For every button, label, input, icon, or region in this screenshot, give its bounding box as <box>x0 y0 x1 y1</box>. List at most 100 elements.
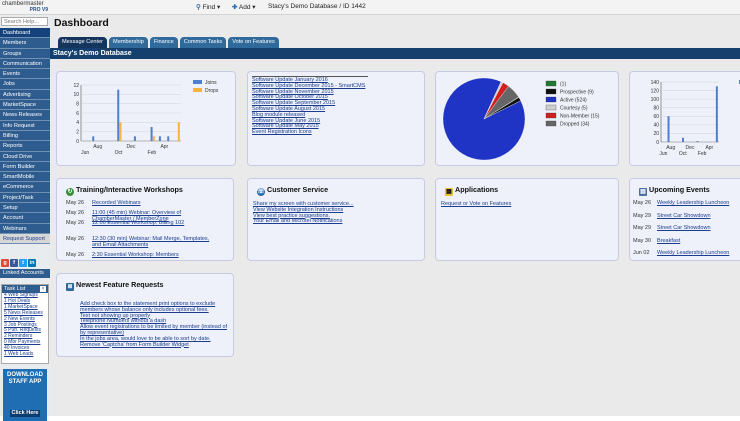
linkedin-icon[interactable]: in <box>28 259 36 267</box>
sidebar-item-ecommerce[interactable]: eCommerce <box>0 182 50 193</box>
google-plus-icon[interactable]: g <box>1 259 9 267</box>
legend-swatch <box>545 80 557 87</box>
training-link[interactable]: 12:00 Essential Workshop: Billing 102 <box>92 220 210 226</box>
training-link[interactable]: 2:30 Essential Workshop: Members <box>92 252 210 258</box>
legend-label: Dropped (34) <box>560 122 590 128</box>
software-update-link[interactable]: Event Registration Icons <box>252 129 365 136</box>
chart-bar <box>158 136 161 141</box>
sidebar-item-project-task[interactable]: Project/Task <box>0 192 50 204</box>
event-link[interactable]: Street Car Showdown <box>657 213 711 219</box>
app-ad-line2: STAFF APP <box>8 379 42 385</box>
y-tick-label: 40 <box>653 123 659 129</box>
training-date: May 26 <box>66 236 85 242</box>
tab-membership[interactable]: Membership <box>109 37 148 48</box>
training-title: ↻ Training/Interactive Workshops <box>66 185 183 196</box>
upcoming-events-title: ▤ Upcoming Events <box>639 185 710 196</box>
tab-finance[interactable]: Finance <box>149 37 178 48</box>
y-tick-label: 10 <box>73 92 79 98</box>
sidebar-item-setup[interactable]: Setup <box>0 203 50 214</box>
legend-label: (1) <box>560 82 566 88</box>
y-tick-label: 0 <box>656 140 659 146</box>
sidebar-item-advertising[interactable]: Advertising <box>0 89 50 101</box>
training-date: May 26 <box>66 252 85 258</box>
software-updates-card: Software Update January 2016 Software Upd… <box>247 71 425 166</box>
event-link[interactable]: Street Car Showdown <box>657 225 711 231</box>
page-title: Dashboard <box>54 17 109 29</box>
event-link[interactable]: Weekly Leadership Luncheon <box>657 250 729 256</box>
feature-requests-title: ≣ Newest Feature Requests <box>66 280 164 291</box>
y-tick-label: 60 <box>653 114 659 120</box>
close-icon[interactable]: × <box>40 286 46 292</box>
training-date: May 26 <box>66 220 85 226</box>
event-link[interactable]: Breakfast <box>657 238 680 244</box>
customer-service-link[interactable]: Your Email and Microtel Notifications <box>253 219 354 225</box>
sidebar-item-form-builder[interactable]: Form Builder <box>0 161 50 173</box>
feature-request-list: Add check box to the statement print opt… <box>80 301 232 349</box>
database-title: Stacy's Demo Database / ID 1442 <box>268 3 366 10</box>
tab-common-tasks[interactable]: Common Tasks <box>179 37 227 48</box>
refresh-icon: ↻ <box>66 188 74 196</box>
sidebar-item-marketspace[interactable]: MarketSpace <box>0 100 50 111</box>
y-tick-label: 0 <box>76 139 79 145</box>
tab-message-center[interactable]: Message Center <box>58 37 108 48</box>
x-tick-label-bottom: Jun <box>81 150 89 156</box>
event-row: May 29 Street Car Showdown <box>633 225 711 231</box>
legend-swatch <box>545 120 557 127</box>
sidebar-item-reports[interactable]: Reports <box>0 141 50 152</box>
chart-bar <box>117 89 120 141</box>
applications-links: Request or Vote on Features <box>441 201 511 208</box>
chart-bar <box>92 136 95 141</box>
list-icon: ≣ <box>66 283 74 291</box>
sidebar-item-communication[interactable]: Communication <box>0 58 50 70</box>
y-tick-label: 20 <box>653 131 659 137</box>
event-row: Jun 02 Weekly Leadership Luncheon <box>633 250 729 256</box>
sidebar-item-cloud-drive[interactable]: Cloud Drive <box>0 151 50 162</box>
sidebar-item-webinars[interactable]: Webinars <box>0 223 50 234</box>
search-help-input[interactable] <box>1 17 48 26</box>
sidebar-item-events[interactable]: Events <box>0 69 50 80</box>
event-date: May 29 <box>633 212 652 219</box>
sidebar-item-groups[interactable]: Groups <box>0 48 50 59</box>
event-row: May 30 Breakfast <box>633 238 680 244</box>
task-item[interactable]: 1 Web Leads <box>2 351 48 358</box>
twitter-icon[interactable]: t <box>19 259 27 267</box>
linked-accounts-button[interactable]: Linked Accounts <box>0 269 50 278</box>
sidebar-item-jobs[interactable]: Jobs <box>0 79 50 90</box>
sidebar-item-account[interactable]: Account <box>0 213 50 224</box>
sidebar-item-news-releases[interactable]: News Releases <box>0 110 50 121</box>
training-link[interactable]: Recorded Webinars <box>92 200 210 206</box>
training-link[interactable]: 12:30 (30 min) Webinar: Mail Merge, Temp… <box>92 236 210 248</box>
request-vote-features-link[interactable]: Request or Vote on Features <box>441 201 511 208</box>
customer-service-card: ☏ Customer Service Share my screen with c… <box>247 178 425 261</box>
feature-requests-card: ≣ Newest Feature Requests Add check box t… <box>56 273 234 357</box>
training-item: May 26 Recorded Webinars <box>66 200 231 206</box>
joins-chart-2: 0 20 40 60 80 100 120 140 Aug Dec Apr Jun Oct Feb <box>651 80 740 157</box>
sidebar-nav: Dashboard Members Groups Communication Event… <box>0 28 50 245</box>
sidebar-item-request-support[interactable]: Request Support <box>0 233 50 245</box>
event-link[interactable]: Weekly Leadership Luncheon <box>657 200 729 206</box>
y-tick-label: 120 <box>651 88 660 94</box>
sidebar-item-billing[interactable]: Billing <box>0 130 50 142</box>
legend-swatch <box>545 112 557 119</box>
feature-request-link[interactable]: Remove 'Captcha' from Form Builder Widge… <box>80 342 232 349</box>
training-card: ↻ Training/Interactive Workshops May 26 Re… <box>56 178 234 261</box>
chart-bar <box>667 116 670 142</box>
chart-bar <box>133 136 136 141</box>
y-tick-label: 8 <box>76 101 79 107</box>
find-button[interactable]: ⚲ Find ▾ <box>196 3 220 11</box>
add-button[interactable]: ✚ Add ▾ <box>232 3 256 11</box>
sidebar-item-members[interactable]: Members <box>0 38 50 49</box>
event-date: May 26 <box>633 200 652 206</box>
tab-vote-on-features[interactable]: Vote on Features <box>228 37 279 48</box>
download-app-banner[interactable]: DOWNLOAD STAFF APP Click Here <box>3 369 47 421</box>
y-tick-label: 4 <box>76 120 79 126</box>
sidebar-item-info-request[interactable]: Info Request <box>0 120 50 131</box>
legend-swatch <box>193 88 202 92</box>
y-tick-label: 6 <box>76 111 79 117</box>
x-tick-label-top: Apr <box>160 144 168 150</box>
sidebar-item-dashboard[interactable]: Dashboard <box>0 28 50 39</box>
facebook-icon[interactable]: f <box>10 259 18 267</box>
feature-request-link[interactable]: Add check box to the statement print opt… <box>80 301 232 314</box>
sidebar-item-smartmobile[interactable]: SmartMobile <box>0 172 50 183</box>
tab-bar: Message Center Membership Finance Common Ta… <box>58 37 281 48</box>
